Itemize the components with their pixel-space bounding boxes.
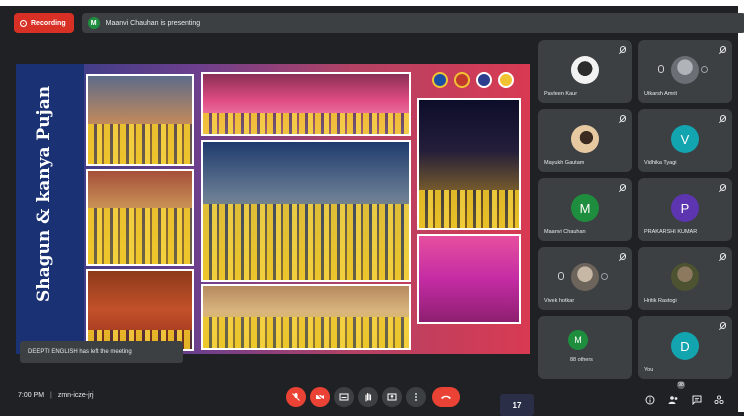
- mic-off-icon: [620, 184, 626, 191]
- participant-tile[interactable]: Mayukh Gautam: [538, 109, 632, 172]
- participant-tile[interactable]: Vivek hotkar: [538, 247, 632, 310]
- avatar: D: [671, 332, 699, 360]
- more-vert-icon: [415, 393, 417, 401]
- mic-icon: [558, 272, 564, 280]
- control-bar: 7:00 PM | zmn-icze-jrj 98: [0, 381, 744, 412]
- participant-name: You: [644, 367, 654, 373]
- recording-dot-icon: [20, 19, 27, 27]
- meeting-info: 7:00 PM | zmn-icze-jrj: [18, 392, 94, 399]
- activities-button[interactable]: [714, 392, 724, 410]
- people-icon: [668, 396, 678, 404]
- recording-indicator[interactable]: Recording: [14, 13, 74, 33]
- avatar: M: [571, 194, 599, 222]
- participant-name: Vidhika Tyagi: [644, 160, 677, 166]
- slide-photo: [86, 269, 194, 351]
- present-button[interactable]: [382, 387, 402, 407]
- hang-up-icon: [441, 395, 451, 399]
- mic-icon: [658, 65, 664, 73]
- more-options-icon[interactable]: [701, 66, 708, 73]
- emblem-icon: [498, 72, 514, 88]
- avatar: P: [671, 194, 699, 222]
- avatar: [571, 56, 599, 84]
- window-right-border: [738, 0, 744, 412]
- leave-call-button[interactable]: [432, 387, 460, 407]
- participant-name: PRAKARSHI KUMAR: [644, 229, 698, 235]
- emblem-icon: [432, 72, 448, 88]
- avatar: V: [671, 125, 699, 153]
- avatar: M: [568, 330, 588, 350]
- participant-tile[interactable]: Utkarsh Amrit: [638, 40, 732, 103]
- mic-off-icon: [720, 46, 726, 53]
- participant-name: Pavleen Kaur: [544, 91, 578, 97]
- slide-photo: [86, 74, 194, 166]
- participant-name: Utkarsh Amrit: [644, 91, 678, 97]
- avatar: [671, 56, 699, 84]
- meeting-code: zmn-icze-jrj: [57, 392, 94, 399]
- more-options-icon[interactable]: [601, 273, 608, 280]
- hand-icon: [365, 392, 372, 402]
- present-screen-icon: [387, 393, 397, 401]
- slide-logos: [432, 72, 514, 88]
- mic-off-icon: [620, 115, 626, 122]
- presenting-banner: M Maanvi Chauhan is presenting: [81, 13, 744, 33]
- participant-tile[interactable]: Pavleen Kaur: [538, 40, 632, 103]
- slide-photo: [201, 72, 411, 136]
- participant-name: Vivek hotkar: [544, 298, 575, 304]
- avatar: [671, 263, 699, 291]
- window-top-border: [0, 0, 744, 6]
- presenter-avatar: M: [87, 17, 100, 29]
- slide-photo: [201, 140, 411, 282]
- mic-off-icon: [620, 253, 626, 260]
- mic-toggle-button[interactable]: [286, 387, 306, 407]
- top-bar: Recording M Maanvi Chauhan is presenting: [14, 13, 744, 33]
- captions-icon: [339, 393, 349, 401]
- avatar: [571, 125, 599, 153]
- mic-off-icon: [720, 184, 726, 191]
- shared-presentation: Shagun & kanya Pujan 17: [16, 64, 534, 416]
- participant-tile[interactable]: V Vidhika Tyagi: [638, 109, 732, 172]
- presenting-text: Maanvi Chauhan is presenting: [105, 19, 201, 27]
- leave-notification: DEEPTI ENGLISH has left the meeting: [20, 341, 183, 363]
- others-tile[interactable]: M 88 others: [538, 316, 632, 379]
- emblem-icon: [476, 72, 492, 88]
- more-options-button[interactable]: [406, 387, 426, 407]
- participant-name: Mayukh Gautam: [544, 160, 585, 166]
- others-count: 88 others: [570, 357, 593, 363]
- slide-photo: [417, 98, 521, 230]
- participant-tile[interactable]: Hritik Rastogi: [638, 247, 732, 310]
- participant-tile[interactable]: M Maanvi Chauhan: [538, 178, 632, 241]
- mic-off-icon: [720, 322, 726, 329]
- chat-button[interactable]: [692, 392, 702, 410]
- info-icon: [645, 395, 655, 405]
- mic-off-icon: [720, 115, 726, 122]
- self-tile[interactable]: D You: [638, 316, 732, 379]
- participant-name: Hritik Rastogi: [644, 298, 677, 304]
- slide-photo: [86, 169, 194, 266]
- chat-icon: [692, 395, 702, 406]
- slide-title: Shagun & kanya Pujan: [34, 85, 54, 302]
- meeting-details-button[interactable]: [645, 392, 655, 410]
- participant-name: Maanvi Chauhan: [544, 229, 586, 235]
- participant-tile[interactable]: P PRAKARSHI KUMAR: [638, 178, 732, 241]
- camera-off-icon: [315, 392, 325, 402]
- recording-label: Recording: [31, 19, 66, 27]
- slide-photo: [417, 234, 521, 324]
- mic-off-icon: [720, 253, 726, 260]
- avatar: [571, 263, 599, 291]
- people-button[interactable]: [668, 392, 679, 410]
- emblem-icon: [454, 72, 470, 88]
- activities-icon: [714, 395, 724, 405]
- mic-off-icon: [292, 393, 300, 401]
- meeting-time: 7:00 PM: [18, 392, 45, 399]
- raise-hand-button[interactable]: [358, 387, 378, 407]
- captions-button[interactable]: [334, 387, 354, 407]
- meeting-separator: |: [50, 392, 52, 399]
- mic-off-icon: [620, 46, 626, 53]
- people-count-badge: 98: [677, 381, 685, 389]
- camera-toggle-button[interactable]: [310, 387, 330, 407]
- slide-photo: [201, 284, 411, 350]
